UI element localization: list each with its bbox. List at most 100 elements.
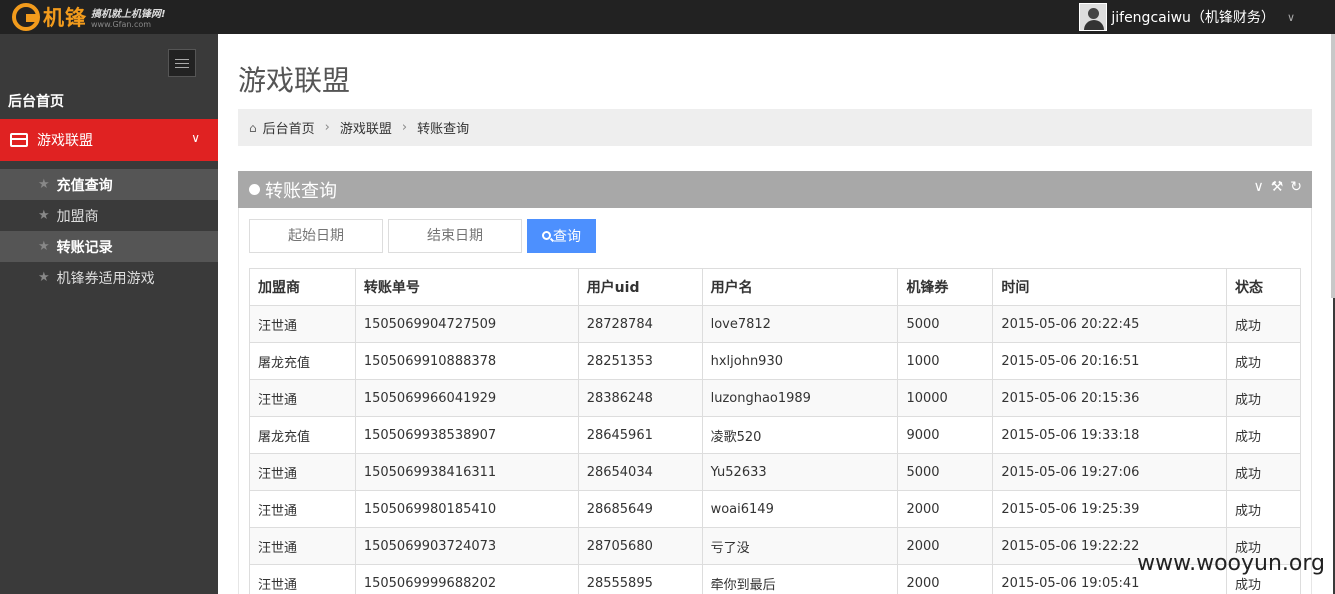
table-cell: 1505069980185410 [354,490,579,528]
star-icon: ★ [38,208,50,223]
chevron-right-icon: › [324,120,330,135]
column-header: 机锋券 [897,268,994,306]
column-header: 加盟商 [249,268,356,306]
chevron-right-icon: › [401,120,408,135]
table-cell: 1505069910888378 [354,342,579,380]
portlet-title: 转账查询 [265,180,337,202]
search-button[interactable]: 查询 [527,219,596,253]
search-icon [542,230,551,240]
logo[interactable]: 机锋 搞机就上机锋网! www.Gfan.com [12,2,166,32]
sidebar-item-game-alliance[interactable]: 游戏联盟 ∨ [0,119,218,161]
table-cell: 成功 [1226,305,1301,343]
table-cell: 1000 [897,342,994,380]
table-cell: 10000 [897,379,994,417]
table-cell: 2015-05-06 19:33:18 [992,416,1228,454]
sidebar-subitem-coupon-games[interactable]: ★ 机锋券适用游戏 [0,262,218,293]
table-cell: 成功 [1226,342,1301,380]
globe-icon [249,184,260,195]
table-cell: 1505069938416311 [354,453,579,491]
table-cell: 2015-05-06 19:27:06 [992,453,1228,491]
table-cell: 亏了没 [701,527,899,565]
table-cell: 2000 [897,564,994,594]
wrench-icon[interactable]: ⚒ [1271,179,1284,195]
sidebar: 后台首页 游戏联盟 ∨ ★ 充值查询 ★ 加盟商 ★ 转账记录 ★ 机锋券适用游戏 [0,34,218,594]
end-date-input[interactable] [388,219,522,253]
gfan-logo-icon [12,3,40,31]
table-cell: 2015-05-06 19:25:39 [992,490,1228,528]
watermark: www.wooyun.org [1137,551,1325,576]
star-icon: ★ [38,270,50,285]
user-menu[interactable]: jifengcaiwu（机锋财务） ∨ [1079,0,1295,34]
table-cell: 汪世通 [249,527,356,565]
page-title: 游戏联盟 [238,64,351,97]
table-cell: 汪世通 [249,564,356,594]
star-icon: ★ [38,177,50,192]
table-cell: 汪世通 [249,305,356,343]
table-cell: woai6149 [701,490,899,528]
table-cell: 28251353 [577,342,703,380]
logo-slogan: 搞机就上机锋网! [91,9,166,20]
breadcrumb-game-alliance[interactable]: 游戏联盟 [340,118,392,137]
table-header-row: 加盟商 转账单号 用户uid 用户名 机锋券 时间 状态 [249,268,1301,306]
table-cell: 28645961 [577,416,703,454]
sidebar-subitem-recharge-query[interactable]: ★ 充值查询 [0,169,218,200]
table-cell: 28728784 [577,305,703,343]
table-row: 屠龙充值 1505069938538907 28645961 凌歌520 9000 201… [249,416,1301,454]
portlet-tools: ∨ ⚒ ↻ [1253,179,1302,195]
sidebar-subitem-transfer-records[interactable]: ★ 转账记录 [0,231,218,262]
column-header: 转账单号 [354,268,579,306]
column-header: 状态 [1226,268,1301,306]
table-cell: hxljohn930 [701,342,899,380]
table-cell: luzonghao1989 [701,379,899,417]
table-cell: 2015-05-06 20:22:45 [992,305,1228,343]
table-cell: Yu52633 [701,453,899,491]
table-row: 汪世通 1505069980185410 28685649 woai6149 2000 2… [249,490,1301,528]
scrollbar[interactable] [1331,34,1335,298]
start-date-input[interactable] [249,219,383,253]
table-cell: 成功 [1226,453,1301,491]
table-row: 屠龙充值 1505069910888378 28251353 hxljohn930 10… [249,342,1301,380]
sidebar-item-home[interactable]: 后台首页 [8,91,64,111]
table-cell: 屠龙充值 [249,342,356,380]
table-cell: 汪世通 [249,453,356,491]
refresh-icon[interactable]: ↻ [1290,179,1302,195]
main-content: 游戏联盟 ⌂ 后台首页 › 游戏联盟 › 转账查询 转账查询 ∨ ⚒ ↻ 查询 … [218,34,1333,594]
table-cell: 1505069904727509 [354,305,579,343]
table-cell: 28685649 [577,490,703,528]
submenu: ★ 充值查询 ★ 加盟商 ★ 转账记录 ★ 机锋券适用游戏 [0,169,218,293]
table-cell: 凌歌520 [701,416,899,454]
table-cell: 5000 [897,305,994,343]
table-cell: 2015-05-06 20:16:51 [992,342,1228,380]
avatar [1079,3,1108,31]
table-cell: 28705680 [577,527,703,565]
breadcrumb-home[interactable]: 后台首页 [263,118,315,137]
logo-url: www.Gfan.com [91,20,152,29]
table-cell: 汪世通 [249,490,356,528]
table-cell: 28654034 [577,453,703,491]
table-cell: 成功 [1226,490,1301,528]
sidebar-subitem-franchisee[interactable]: ★ 加盟商 [0,200,218,231]
logo-name: 机锋 [43,6,87,30]
table-cell: 屠龙充值 [249,416,356,454]
table-cell: 1505069938538907 [354,416,579,454]
table-cell: 28386248 [577,379,703,417]
column-header: 用户uid [577,268,703,306]
table-row: 汪世通 1505069904727509 28728784 love7812 5000 2… [249,305,1301,343]
chevron-down-icon: ∨ [191,131,200,145]
collapse-icon[interactable]: ∨ [1253,179,1263,195]
table-cell: 9000 [897,416,994,454]
table-cell: 1505069966041929 [354,379,579,417]
sidebar-toggle-button[interactable] [168,49,196,77]
table-row: 汪世通 1505069966041929 28386248 luzonghao1989… [249,379,1301,417]
table-cell: 牵你到最后 [701,564,899,594]
transfer-table: 加盟商 转账单号 用户uid 用户名 机锋券 时间 状态 汪世通 15050699047275… [249,268,1301,594]
home-icon: ⌂ [249,120,257,135]
sidebar-item-label: 游戏联盟 [37,133,93,149]
table-cell: love7812 [701,305,899,343]
table-cell: 2015-05-06 20:15:36 [992,379,1228,417]
star-icon: ★ [38,239,50,254]
table-cell: 2000 [897,527,994,565]
table-cell: 成功 [1226,379,1301,417]
chevron-down-icon: ∨ [1286,10,1295,24]
breadcrumb: ⌂ 后台首页 › 游戏联盟 › 转账查询 [238,109,1312,146]
